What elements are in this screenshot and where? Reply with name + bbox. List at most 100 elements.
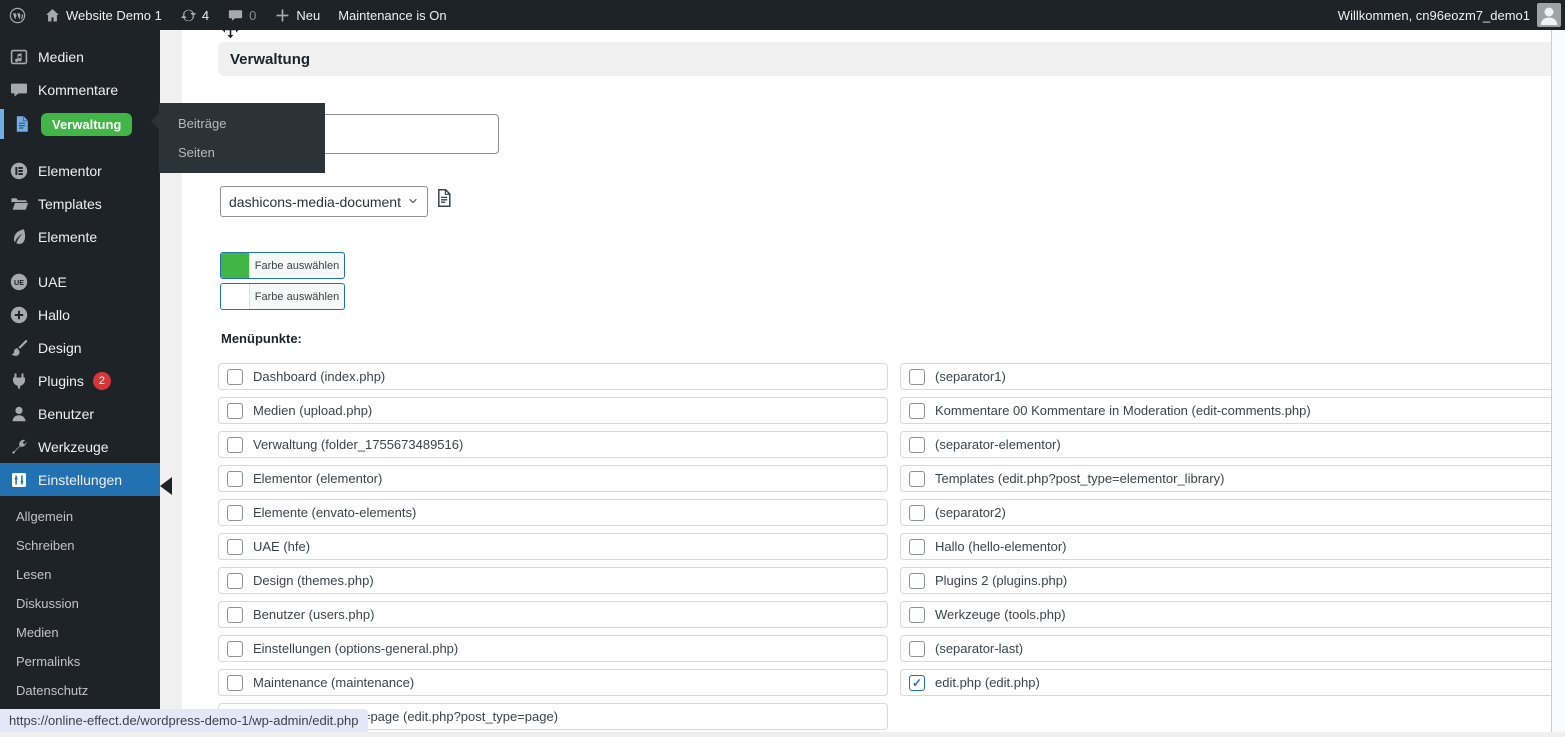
menu-item-row[interactable]: Einstellungen (options-general.php) <box>218 635 888 662</box>
checkbox-unchecked[interactable] <box>227 572 243 589</box>
checkbox-unchecked[interactable] <box>909 640 925 657</box>
menu-item-row[interactable]: Medien (upload.php) <box>218 397 888 424</box>
sidebar-item-uae[interactable]: UE UAE <box>0 265 160 298</box>
menu-item-row[interactable]: Plugins 2 (plugins.php) <box>900 567 1565 594</box>
sidebar-item-design[interactable]: Design <box>0 331 160 364</box>
home-icon <box>44 7 61 24</box>
sidebar-item-kommentare[interactable]: Kommentare <box>0 73 160 106</box>
menu-item-row[interactable]: Benutzer (users.php) <box>218 601 888 628</box>
icon-select[interactable]: dashicons-media-document <box>220 186 428 217</box>
menu-item-row-label: Benutzer (users.php) <box>253 607 375 622</box>
menu-item-row-label: (separator2) <box>935 505 1006 520</box>
icon-color-button[interactable]: Farbe auswählen <box>220 252 345 279</box>
sidebar-item-hallo[interactable]: Hallo <box>0 298 160 331</box>
menu-item-row[interactable]: Werkzeuge (tools.php) <box>900 601 1565 628</box>
settings-submenu-item-datenschutz[interactable]: Datenschutz <box>0 676 160 705</box>
wp-logo-menu[interactable] <box>0 0 35 30</box>
sidebar-item-einstellungen[interactable]: Einstellungen <box>0 463 160 496</box>
media-icon <box>9 47 29 67</box>
sidebar-item-label: Hallo <box>38 306 70 323</box>
settings-icon <box>9 470 29 490</box>
checkbox-unchecked[interactable] <box>227 402 243 419</box>
wrench-icon <box>9 437 29 457</box>
menu-item-row-label: Templates (edit.php?post_type=elementor_… <box>935 471 1225 486</box>
checkbox-unchecked[interactable] <box>909 470 925 487</box>
menu-item-row-label: (separator1) <box>935 369 1006 384</box>
sidebar-item-label: Benutzer <box>38 405 95 422</box>
settings-submenu-item-permalinks[interactable]: Permalinks <box>0 647 160 676</box>
sidebar-item-label: UAE <box>38 273 67 290</box>
flyout-item-seiten[interactable]: Seiten <box>159 138 325 167</box>
menu-item-row[interactable]: Dashboard (index.php) <box>218 363 888 390</box>
sidebar-item-label: Plugins <box>38 372 84 389</box>
checkbox-unchecked[interactable] <box>909 572 925 589</box>
checkbox-unchecked[interactable] <box>227 470 243 487</box>
checkbox-checked[interactable]: ✓ <box>909 674 925 691</box>
settings-submenu-item-allgemein[interactable]: Allgemein <box>0 502 160 531</box>
menu-item-row[interactable]: Elementor (elementor) <box>218 465 888 492</box>
new-content-menu[interactable]: Neu <box>265 0 329 30</box>
sidebar-item-templates[interactable]: Templates <box>0 187 160 220</box>
checkbox-unchecked[interactable] <box>227 606 243 623</box>
comments-menu[interactable]: 0 <box>218 0 265 30</box>
menu-item-row[interactable]: ✓ edit.php (edit.php) <box>900 669 1565 696</box>
menu-item-row[interactable]: Verwaltung (folder_1755673489516) <box>218 431 888 458</box>
menu-item-row[interactable]: Hallo (hello-elementor) <box>900 533 1565 560</box>
settings-submenu-item-diskussion[interactable]: Diskussion <box>0 589 160 618</box>
menu-item-row[interactable]: (separator2) <box>900 499 1565 526</box>
color-button-label: Farbe auswählen <box>254 259 340 272</box>
checkbox-unchecked[interactable] <box>227 504 243 521</box>
settings-submenu-item-medien[interactable]: Medien <box>0 618 160 647</box>
checkbox-unchecked[interactable] <box>909 538 925 555</box>
menu-item-row[interactable]: Templates (edit.php?post_type=elementor_… <box>900 465 1565 492</box>
menu-item-row-label: Hallo (hello-elementor) <box>935 539 1067 554</box>
vertical-scrollbar[interactable] <box>1551 30 1565 732</box>
sidebar-item-plugins[interactable]: Plugins 2 <box>0 364 160 397</box>
settings-submenu-item-schreiben[interactable]: Schreiben <box>0 531 160 560</box>
icon-select-value: dashicons-media-document <box>229 193 401 210</box>
menu-item-row-label: Elemente (envato-elements) <box>253 505 417 520</box>
sidebar-item-label: Templates <box>38 195 102 212</box>
maintenance-menu[interactable]: Maintenance is On <box>329 0 455 30</box>
checkbox-unchecked[interactable] <box>909 504 925 521</box>
checkbox-unchecked[interactable] <box>227 368 243 385</box>
admin-sidebar: Medien Kommentare Verwaltung Elementor Templ… <box>0 30 160 732</box>
menu-item-row[interactable]: Design (themes.php) <box>218 567 888 594</box>
sidebar-item-verwaltung[interactable]: Verwaltung <box>0 106 160 142</box>
menu-item-row[interactable]: (separator-elementor) <box>900 431 1565 458</box>
checkbox-unchecked[interactable] <box>909 368 925 385</box>
menu-item-row[interactable]: (separator-last) <box>900 635 1565 662</box>
sidebar-item-benutzer[interactable]: Benutzer <box>0 397 160 430</box>
menu-item-row[interactable]: (separator1) <box>900 363 1565 390</box>
menu-item-row[interactable]: Kommentare 00 Kommentare in Moderation (… <box>900 397 1565 424</box>
menu-item-row[interactable]: Maintenance (maintenance) <box>218 669 888 696</box>
current-menu-arrow <box>160 477 172 495</box>
checkbox-unchecked[interactable] <box>227 436 243 453</box>
checkbox-unchecked[interactable] <box>227 538 243 555</box>
sidebar-item-werkzeuge[interactable]: Werkzeuge <box>0 430 160 463</box>
comments-icon <box>9 80 29 100</box>
menu-item-row-label: Plugins 2 (plugins.php) <box>935 573 1068 588</box>
sidebar-item-medien[interactable]: Medien <box>0 40 160 73</box>
checkbox-unchecked[interactable] <box>909 402 925 419</box>
font-color-button[interactable]: Farbe auswählen <box>220 283 345 310</box>
updates-menu[interactable]: 4 <box>171 0 218 30</box>
menu-item-row[interactable]: Elemente (envato-elements) <box>218 499 888 526</box>
maintenance-label: Maintenance is On <box>338 7 447 23</box>
sidebar-item-elemente[interactable]: Elemente <box>0 220 160 253</box>
sidebar-item-elementor[interactable]: Elementor <box>0 154 160 187</box>
flyout-item-beiträge[interactable]: Beiträge <box>159 109 325 138</box>
checkbox-unchecked[interactable] <box>227 640 243 657</box>
menu-items-heading: Menüpunkte: <box>221 331 302 346</box>
menu-item-row-label: Verwaltung (folder_1755673489516) <box>253 437 464 452</box>
checkbox-unchecked[interactable] <box>227 674 243 691</box>
menu-item-row[interactable]: UAE (hfe) <box>218 533 888 560</box>
color-button-label: Farbe auswählen <box>254 290 340 303</box>
settings-submenu-item-lesen[interactable]: Lesen <box>0 560 160 589</box>
sidebar-item-label: Einstellungen <box>38 471 123 488</box>
checkbox-unchecked[interactable] <box>909 606 925 623</box>
site-name-menu[interactable]: Website Demo 1 <box>35 0 171 30</box>
folder-panel-header[interactable]: Verwaltung <box>218 42 1565 76</box>
checkbox-unchecked[interactable] <box>909 436 925 453</box>
avatar[interactable] <box>1537 3 1561 27</box>
